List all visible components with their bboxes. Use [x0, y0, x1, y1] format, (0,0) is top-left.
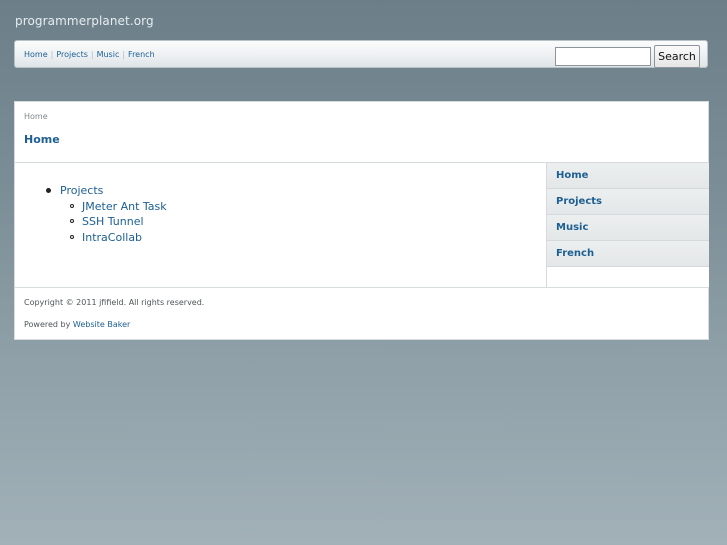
- disc-bullet-icon: [46, 188, 51, 193]
- breadcrumb: Home: [24, 112, 48, 121]
- project-subtree: JMeter Ant Task SSH Tunnel IntraCollab: [70, 199, 167, 246]
- list-item: Projects JMeter Ant Task SSH Tunnel Intr…: [46, 183, 167, 245]
- tree-link-projects[interactable]: Projects: [60, 184, 103, 197]
- main-panel: Home Home Projects JMeter Ant Task SSH T…: [14, 101, 709, 340]
- sidebar-item-music[interactable]: Music: [547, 215, 709, 241]
- project-tree: Projects JMeter Ant Task SSH Tunnel Intr…: [46, 183, 167, 245]
- topnav-item-projects[interactable]: Projects: [56, 50, 88, 59]
- footer-divider: [15, 287, 708, 288]
- topnav-item-music[interactable]: Music: [97, 50, 120, 59]
- tree-link-ssh-tunnel[interactable]: SSH Tunnel: [82, 215, 144, 228]
- topnav-separator: |: [122, 50, 126, 59]
- topnav-separator: |: [50, 50, 54, 59]
- tree-link-intracollab[interactable]: IntraCollab: [82, 231, 142, 244]
- sidebar-item-home[interactable]: Home: [547, 163, 709, 189]
- list-item: IntraCollab: [70, 230, 167, 246]
- list-item: JMeter Ant Task: [70, 199, 167, 215]
- page-title: Home: [24, 133, 60, 146]
- topnav-separator: |: [90, 50, 94, 59]
- tree-link-jmeter-ant-task[interactable]: JMeter Ant Task: [82, 200, 167, 213]
- search-button[interactable]: Search: [654, 45, 700, 68]
- circle-bullet-icon: [70, 234, 74, 239]
- top-navigation-bar: Home | Projects | Music | French Search: [14, 40, 708, 68]
- website-baker-link[interactable]: Website Baker: [73, 320, 130, 329]
- copyright-text: Copyright © 2011 jfifield. All rights re…: [24, 298, 205, 307]
- sidebar-item-projects[interactable]: Projects: [547, 189, 709, 215]
- list-item: SSH Tunnel: [70, 214, 167, 230]
- topnav-item-home[interactable]: Home: [24, 50, 48, 59]
- top-navigation: Home | Projects | Music | French: [24, 50, 155, 59]
- main-content: Projects JMeter Ant Task SSH Tunnel Intr…: [15, 163, 547, 287]
- circle-bullet-icon: [70, 203, 74, 208]
- powered-by: Powered by Website Baker: [24, 320, 130, 329]
- topnav-item-french[interactable]: French: [128, 50, 155, 59]
- sidebar-item-french[interactable]: French: [547, 241, 709, 267]
- site-title: programmerplanet.org: [15, 14, 154, 28]
- search-input[interactable]: [555, 47, 651, 66]
- sidebar: Home Projects Music French: [546, 163, 709, 287]
- powered-by-prefix: Powered by: [24, 320, 73, 329]
- circle-bullet-icon: [70, 219, 74, 223]
